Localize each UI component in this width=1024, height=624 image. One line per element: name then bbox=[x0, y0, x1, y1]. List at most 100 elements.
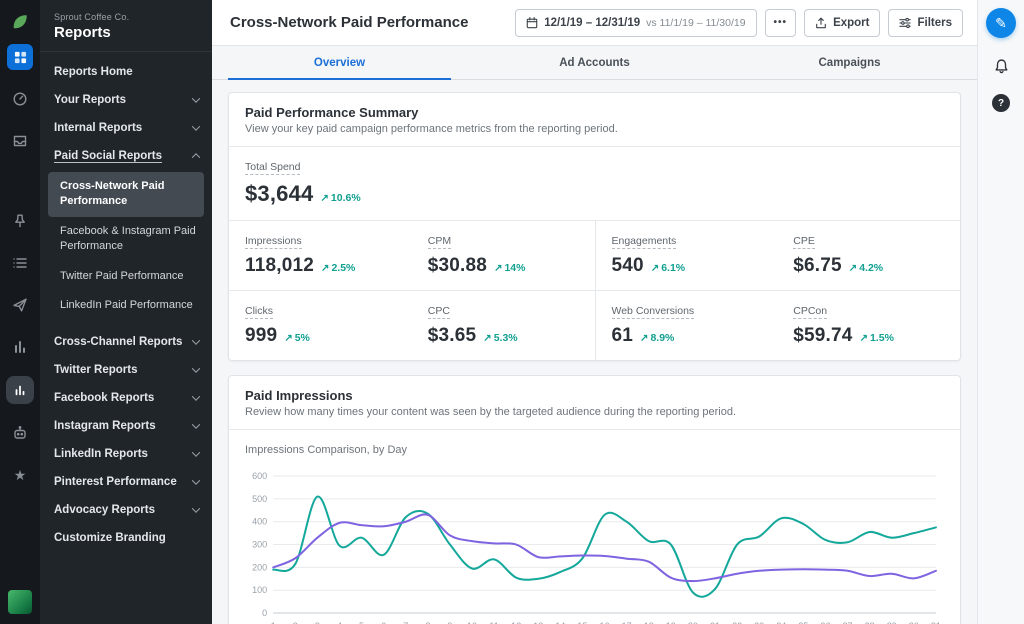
svg-text:0: 0 bbox=[262, 608, 267, 618]
chevron-down-icon bbox=[191, 94, 201, 103]
date-range-button[interactable]: 12/1/19 – 12/31/19 vs 11/1/19 – 11/30/19 bbox=[515, 8, 757, 37]
paid-impressions-card: Paid Impressions Review how many times y… bbox=[228, 375, 961, 624]
metric-label[interactable]: CPM bbox=[427, 235, 452, 249]
export-label: Export bbox=[833, 16, 870, 29]
nav-reports-button-active[interactable] bbox=[6, 376, 34, 404]
summary-card-header: Paid Performance Summary View your key p… bbox=[229, 93, 960, 147]
filters-button[interactable]: Filters bbox=[888, 8, 963, 37]
tab-ad-accounts[interactable]: Ad Accounts bbox=[467, 46, 722, 79]
nav-saved-button[interactable] bbox=[7, 208, 33, 234]
metric-label[interactable]: Engagements bbox=[611, 235, 677, 249]
notifications-button[interactable] bbox=[990, 55, 1012, 77]
utility-rail: ✎ ? bbox=[977, 0, 1024, 624]
impressions-card-header: Paid Impressions Review how many times y… bbox=[229, 376, 960, 430]
user-avatar[interactable] bbox=[8, 590, 32, 614]
svg-text:300: 300 bbox=[252, 540, 267, 550]
chevron-down-icon bbox=[191, 420, 201, 430]
bar-chart-icon bbox=[15, 341, 25, 353]
metric-label[interactable]: CPC bbox=[427, 305, 450, 319]
tab-campaigns[interactable]: Campaigns bbox=[722, 46, 977, 79]
summary-card-title: Paid Performance Summary bbox=[245, 105, 419, 120]
trend-up-icon: ↗ bbox=[284, 333, 293, 344]
trend-up-icon: ↗ bbox=[859, 333, 868, 344]
metric-label[interactable]: Web Conversions bbox=[611, 305, 695, 319]
chevron-down-icon bbox=[191, 476, 201, 486]
chevron-down-icon bbox=[191, 122, 201, 131]
sidebar-item-paid-social-reports[interactable]: Paid Social Reports bbox=[40, 142, 212, 170]
sidebar-item-advocacy-reports[interactable]: Advocacy Reports bbox=[40, 496, 212, 524]
sidebar-item-facebook-reports[interactable]: Facebook Reports bbox=[40, 384, 212, 412]
report-header: Cross-Network Paid Performance 12/1/19 –… bbox=[212, 0, 977, 46]
compare-range-label: vs 11/1/19 – 11/30/19 bbox=[646, 16, 746, 29]
sidebar-item-cross-channel-reports[interactable]: Cross-Channel Reports bbox=[40, 328, 212, 356]
nav-dashboard-button[interactable] bbox=[7, 86, 33, 112]
total-spend-metric: Total Spend $3,644 ↗ 10.6% bbox=[229, 147, 960, 221]
list-icon bbox=[13, 258, 27, 268]
svg-text:200: 200 bbox=[252, 562, 267, 572]
metric-value: $59.74 bbox=[793, 325, 853, 346]
export-icon bbox=[816, 17, 826, 28]
sidebar-item-linkedin-reports[interactable]: LinkedIn Reports bbox=[40, 440, 212, 468]
metric-web-conversions: Web Conversions 61 ↗ 8.9% bbox=[594, 290, 778, 360]
star-icon: ★ bbox=[13, 467, 27, 483]
nav-automation-button[interactable] bbox=[7, 420, 33, 446]
sidebar-item-internal-reports[interactable]: Internal Reports bbox=[40, 114, 212, 142]
account-name: Sprout Coffee Co. bbox=[54, 12, 130, 22]
metric-label[interactable]: CPCon bbox=[793, 305, 828, 319]
nav-favorites-button[interactable]: ★ bbox=[7, 462, 33, 488]
nav-analytics-button[interactable] bbox=[7, 334, 33, 360]
nav-plan-button[interactable] bbox=[7, 44, 33, 70]
svg-text:600: 600 bbox=[252, 471, 267, 481]
trend-up-icon: ↗ bbox=[640, 333, 649, 344]
calendar-icon bbox=[526, 16, 538, 28]
sidebar-item-your-reports[interactable]: Your Reports bbox=[40, 86, 212, 114]
nav-inbox-button[interactable] bbox=[7, 128, 33, 154]
sidebar-subitem-twitter-paid[interactable]: Twitter Paid Performance bbox=[48, 262, 204, 291]
sprout-logo[interactable] bbox=[8, 10, 32, 34]
help-button[interactable]: ? bbox=[992, 94, 1010, 112]
sidebar-item-instagram-reports[interactable]: Instagram Reports bbox=[40, 412, 212, 440]
metric-label-total-spend[interactable]: Total Spend bbox=[245, 161, 301, 175]
impressions-card-title: Paid Impressions bbox=[245, 388, 353, 403]
metric-label[interactable]: Impressions bbox=[245, 235, 302, 249]
sidebar-item-customize-branding[interactable]: Customize Branding bbox=[40, 524, 212, 552]
trend-up-icon: ↗ bbox=[494, 263, 503, 274]
nav-tasks-button[interactable] bbox=[7, 250, 33, 276]
tab-overview[interactable]: Overview bbox=[212, 46, 467, 80]
metric-delta: 2.5% bbox=[331, 262, 356, 274]
nav-publishing-button[interactable] bbox=[7, 292, 33, 318]
trend-up-icon: ↗ bbox=[320, 193, 329, 204]
sidebar-subitem-fb-ig-paid[interactable]: Facebook & Instagram Paid Performance bbox=[48, 217, 204, 262]
filters-sliders-icon bbox=[899, 17, 912, 28]
paper-plane-icon bbox=[13, 298, 27, 312]
compose-pencil-icon: ✎ bbox=[995, 14, 1007, 31]
sidebar-subitem-linkedin-paid[interactable]: LinkedIn Paid Performance bbox=[48, 291, 204, 320]
paid-performance-summary-card: Paid Performance Summary View your key p… bbox=[228, 92, 961, 361]
metric-delta: 5.3% bbox=[493, 332, 518, 344]
compose-button[interactable]: ✎ bbox=[986, 8, 1016, 38]
metric-label[interactable]: CPE bbox=[793, 235, 815, 249]
metric-value: $6.75 bbox=[793, 255, 842, 276]
bot-icon bbox=[14, 426, 26, 439]
metric-cpm: CPM $30.88 ↗ 14% bbox=[412, 221, 595, 290]
chart-area: Impressions Comparison, by Day 0 100 200 30… bbox=[229, 430, 960, 624]
metric-label[interactable]: Clicks bbox=[245, 305, 273, 319]
chevron-down-icon bbox=[191, 364, 201, 374]
global-nav-rail: ★ bbox=[0, 0, 40, 624]
export-button[interactable]: Export bbox=[804, 8, 881, 37]
metric-delta: 6.1% bbox=[661, 262, 686, 274]
svg-text:400: 400 bbox=[252, 517, 267, 527]
impressions-card-subtitle: Review how many times your content was s… bbox=[245, 406, 737, 418]
metric-cpe: CPE $6.75 ↗ 4.2% bbox=[777, 221, 960, 290]
date-range-label: 12/1/19 – 12/31/19 bbox=[544, 16, 641, 29]
sidebar-subitem-cross-network[interactable]: Cross-Network Paid Performance bbox=[48, 172, 204, 217]
report-body: Paid Performance Summary View your key p… bbox=[212, 80, 977, 624]
sidebar-item-twitter-reports[interactable]: Twitter Reports bbox=[40, 356, 212, 384]
sidebar-item-reports-home[interactable]: Reports Home bbox=[40, 58, 212, 86]
filters-label: Filters bbox=[917, 16, 952, 29]
impressions-line-chart: 0100200300400500600123456789101112131415… bbox=[252, 471, 941, 624]
sidebar-item-pinterest-performance[interactable]: Pinterest Performance bbox=[40, 468, 212, 496]
reports-sidebar: Sprout Coffee Co. Reports Reports Home Y… bbox=[40, 0, 212, 624]
svg-text:100: 100 bbox=[252, 585, 267, 595]
more-options-button[interactable]: ••• bbox=[764, 8, 797, 37]
